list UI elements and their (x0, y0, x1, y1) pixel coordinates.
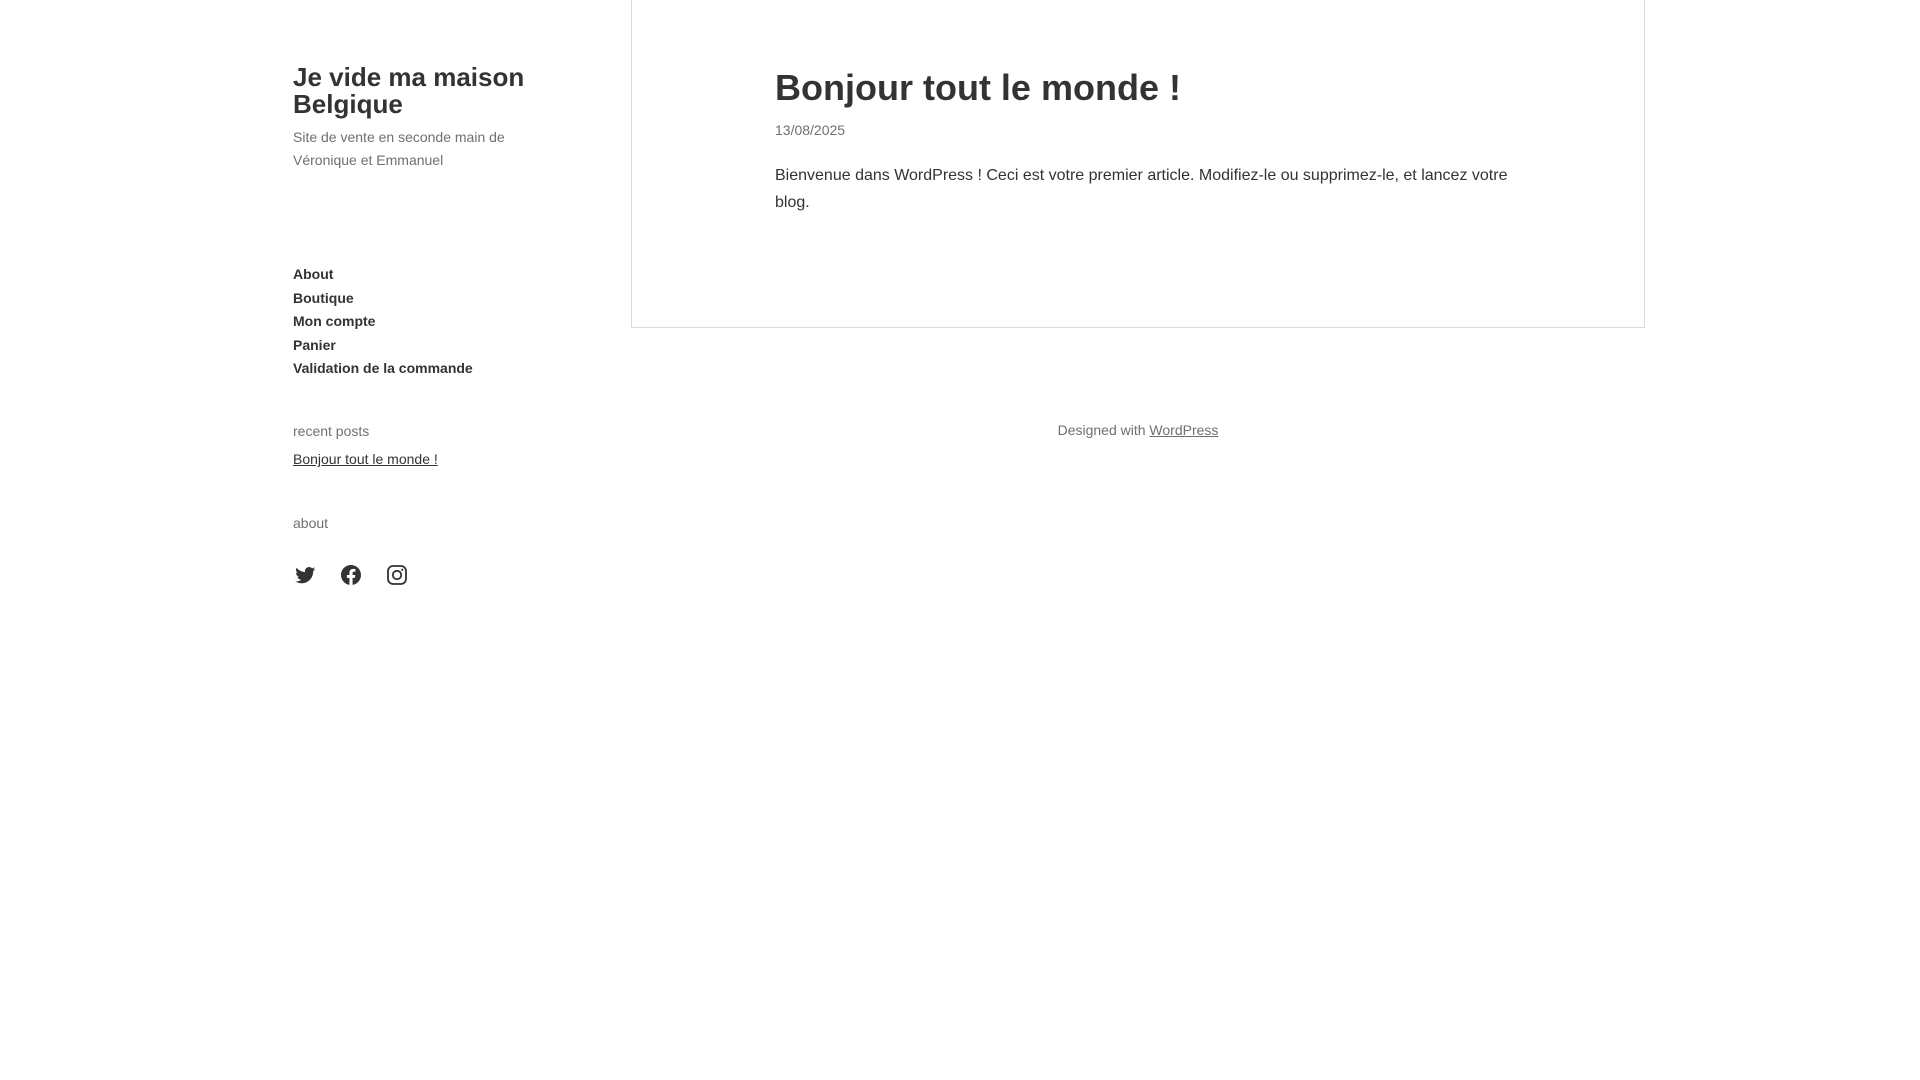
nav-item-boutique[interactable]: Boutique (293, 287, 553, 311)
social-links (293, 563, 409, 587)
facebook-icon[interactable] (339, 563, 363, 587)
recent-post-link[interactable]: Bonjour tout le monde ! (293, 450, 438, 468)
about-widget: about (293, 514, 328, 532)
post-title[interactable]: Bonjour tout le monde ! (775, 66, 1181, 110)
nav-item-panier[interactable]: Panier (293, 334, 553, 358)
site-description: Site de vente en seconde main de Véroniq… (293, 129, 505, 168)
post-card: Bonjour tout le monde ! 13/08/2025 Bienv… (631, 0, 1645, 328)
nav-item-mon-compte[interactable]: Mon compte (293, 310, 553, 334)
footer-prefix: Designed with (1057, 422, 1150, 438)
post-content: Bienvenue dans WordPress ! Ceci est votr… (775, 167, 1508, 211)
site-title[interactable]: Je vide ma maison Belgique (293, 64, 553, 118)
recent-posts-title: recent posts (293, 423, 370, 439)
main-navigation: About Boutique Mon compte Panier Validat… (293, 263, 553, 381)
nav-item-validation-commande[interactable]: Validation de la commande (293, 357, 553, 381)
recent-posts-widget: recent posts Bonjour tout le monde ! (293, 422, 438, 468)
wordpress-link[interactable]: WordPress (1149, 422, 1218, 438)
nav-item-about[interactable]: About (293, 263, 553, 287)
site-footer: Designed with WordPress (631, 421, 1645, 439)
instagram-icon[interactable] (385, 563, 409, 587)
about-title: about (293, 515, 329, 531)
twitter-icon[interactable] (293, 563, 317, 587)
post-date[interactable]: 13/08/2025 (775, 121, 845, 139)
sidebar: Je vide ma maison Belgique Site de vente… (293, 64, 553, 585)
